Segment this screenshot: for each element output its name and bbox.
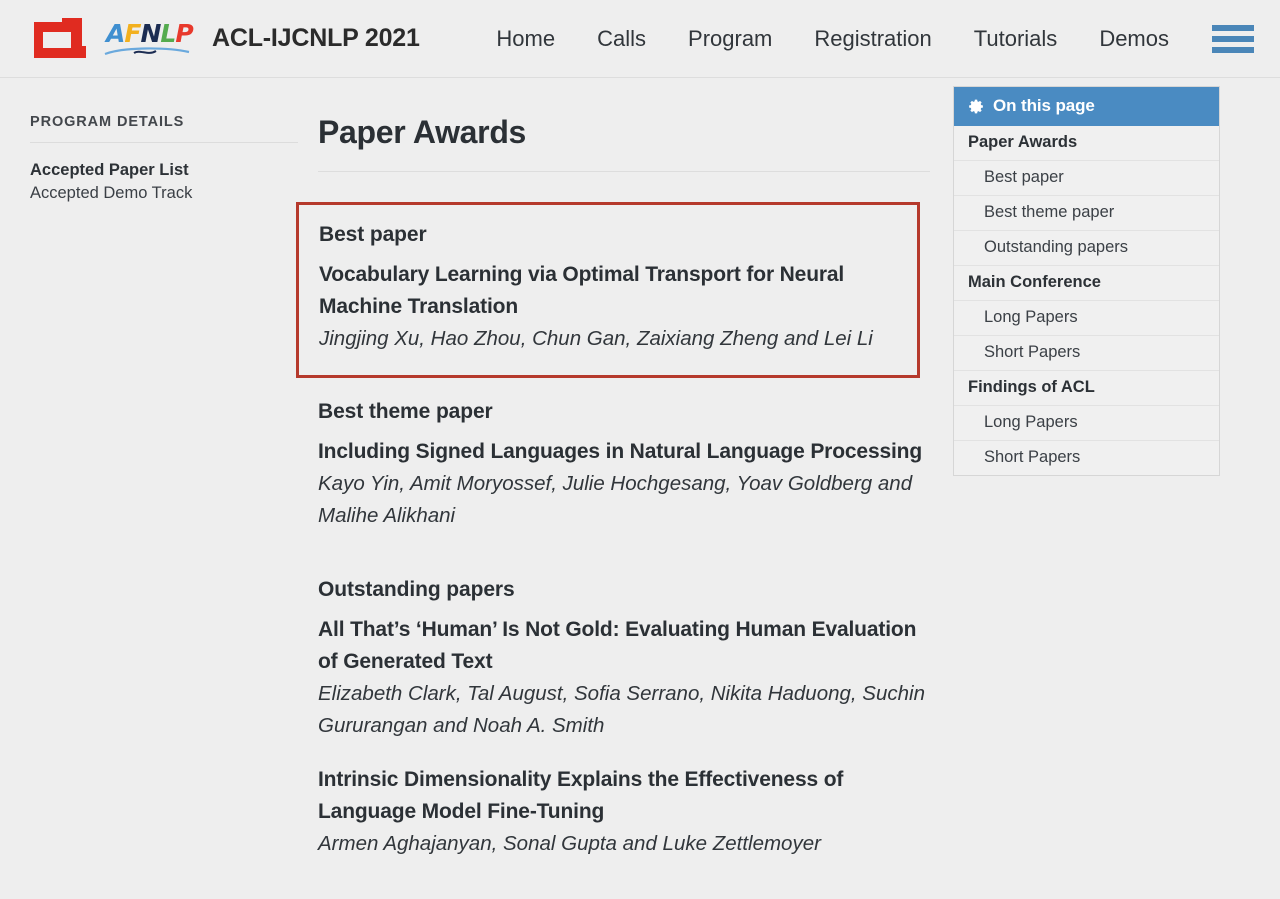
paper-entry: Vocabulary Learning via Optimal Transpor… (319, 259, 897, 355)
toc-item-findings-long-papers[interactable]: Long Papers (954, 406, 1219, 441)
afnlp-letter-p: P (175, 18, 193, 48)
paper-title: All That’s ‘Human’ Is Not Gold: Evaluati… (318, 618, 917, 673)
main-navigation: Home Calls Program Registration Tutorial… (475, 22, 1254, 56)
toc-item-findings-short-papers[interactable]: Short Papers (954, 441, 1219, 475)
on-this-page-header: On this page (954, 87, 1219, 126)
nav-item-registration[interactable]: Registration (793, 26, 952, 52)
toc-item-best-theme-paper[interactable]: Best theme paper (954, 196, 1219, 231)
gear-icon (969, 99, 983, 113)
afnlp-swoosh-icon (104, 46, 190, 55)
award-label-best-theme-paper: Best theme paper (318, 400, 493, 423)
nav-item-calls[interactable]: Calls (576, 26, 667, 52)
paper-authors: Armen Aghajanyan, Sonal Gupta and Luke Z… (318, 832, 821, 855)
page-title: Paper Awards (318, 114, 527, 150)
nav-item-program[interactable]: Program (667, 26, 793, 52)
award-label-outstanding-papers: Outstanding papers (318, 578, 515, 601)
left-sidebar: PROGRAM DETAILS Accepted Paper List Acce… (0, 78, 300, 205)
paper-entry: Including Signed Languages in Natural La… (318, 436, 932, 532)
nav-item-tutorials[interactable]: Tutorials (953, 26, 1079, 52)
award-section-best-paper: Best paper Vocabulary Learning via Optim… (296, 202, 920, 378)
paper-authors: Elizabeth Clark, Tal August, Sofia Serra… (318, 682, 925, 737)
site-header: AFNLP ACL-IJCNLP 2021 Home Calls Program… (0, 0, 1280, 78)
toc-item-findings-of-acl[interactable]: Findings of ACL (954, 371, 1219, 406)
toc-item-main-short-papers[interactable]: Short Papers (954, 336, 1219, 371)
page-body: PROGRAM DETAILS Accepted Paper List Acce… (0, 78, 1280, 898)
toc-item-main-long-papers[interactable]: Long Papers (954, 301, 1219, 336)
sidebar-heading: PROGRAM DETAILS (30, 114, 185, 130)
paper-authors: Kayo Yin, Amit Moryossef, Julie Hochgesa… (318, 472, 913, 527)
afnlp-letter-l: L (160, 18, 176, 48)
toc-item-paper-awards[interactable]: Paper Awards (954, 126, 1219, 161)
afnlp-logo-icon: AFNLP (104, 17, 194, 61)
main-content: Paper Awards Best paper Vocabulary Learn… (296, 78, 932, 886)
paper-entry: Intrinsic Dimensionality Explains the Ef… (318, 764, 932, 860)
sidebar-divider (30, 142, 298, 143)
toc-item-main-conference[interactable]: Main Conference (954, 266, 1219, 301)
paper-entry: All That’s ‘Human’ Is Not Gold: Evaluati… (318, 614, 932, 742)
paper-title: Including Signed Languages in Natural La… (318, 440, 923, 463)
paper-title: Intrinsic Dimensionality Explains the Ef… (318, 768, 844, 823)
hamburger-menu-icon[interactable] (1212, 22, 1254, 56)
nav-item-demos[interactable]: Demos (1078, 26, 1190, 52)
award-label-best-paper: Best paper (319, 223, 427, 246)
toc-item-outstanding-papers[interactable]: Outstanding papers (954, 231, 1219, 266)
paper-authors: Jingjing Xu, Hao Zhou, Chun Gan, Zaixian… (319, 327, 873, 350)
page-title-conference: ACL-IJCNLP 2021 (212, 24, 420, 52)
sidebar-item-accepted-paper-list[interactable]: Accepted Paper List (30, 159, 276, 181)
afnlp-letter-n: N (140, 18, 161, 48)
paper-title: Vocabulary Learning via Optimal Transpor… (319, 263, 845, 318)
afnlp-letter-a: A (106, 18, 125, 48)
award-section-outstanding-papers: Outstanding papers All That’s ‘Human’ Is… (318, 578, 932, 860)
on-this-page-label: On this page (993, 96, 1095, 115)
title-divider (318, 171, 930, 172)
nav-item-home[interactable]: Home (475, 26, 576, 52)
sidebar-item-accepted-demo-track[interactable]: Accepted Demo Track (30, 182, 276, 204)
award-section-best-theme-paper: Best theme paper Including Signed Langua… (318, 400, 932, 532)
brand-area[interactable]: AFNLP ACL-IJCNLP 2021 (34, 17, 420, 61)
on-this-page-panel: On this page Paper Awards Best paper Bes… (953, 86, 1220, 476)
acl-logo-icon (34, 17, 90, 60)
toc-item-best-paper[interactable]: Best paper (954, 161, 1219, 196)
afnlp-letter-f: F (124, 18, 141, 48)
